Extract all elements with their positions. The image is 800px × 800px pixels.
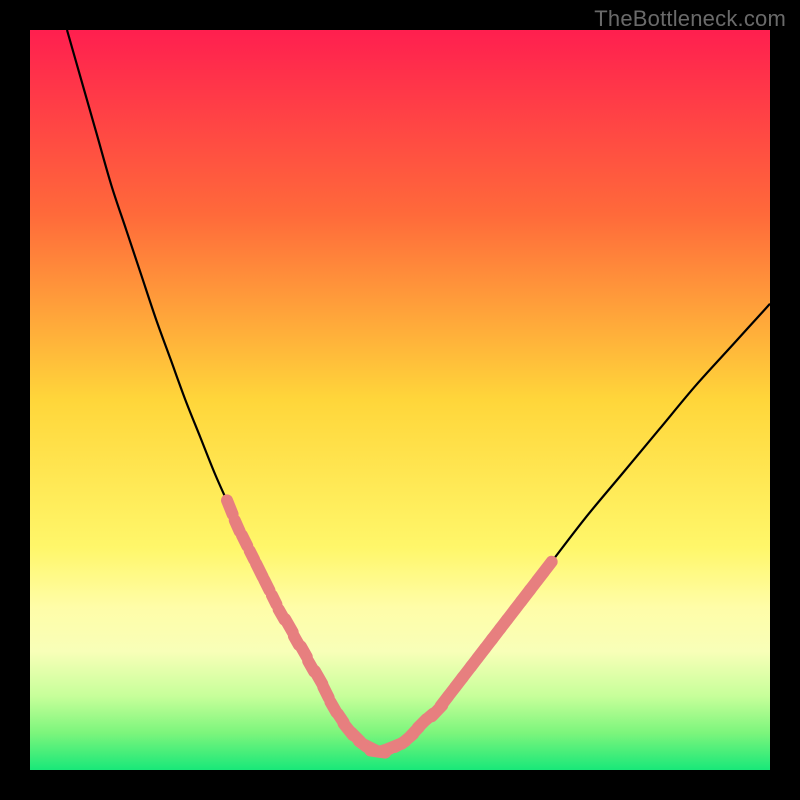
marker-dash [235, 520, 240, 531]
marker-dash [242, 535, 247, 546]
gradient-rect [30, 30, 770, 770]
plot-area [30, 30, 770, 770]
chart-svg [30, 30, 770, 770]
marker-dash [272, 595, 276, 604]
marker-dash [301, 646, 307, 656]
marker-dash [544, 562, 551, 572]
chart-frame: TheBottleneck.com [0, 0, 800, 800]
marker-dash [285, 619, 292, 632]
watermark-text: TheBottleneck.com [594, 6, 786, 32]
marker-dash [227, 500, 233, 514]
marker-dash [323, 687, 328, 698]
marker-dash [264, 580, 269, 591]
